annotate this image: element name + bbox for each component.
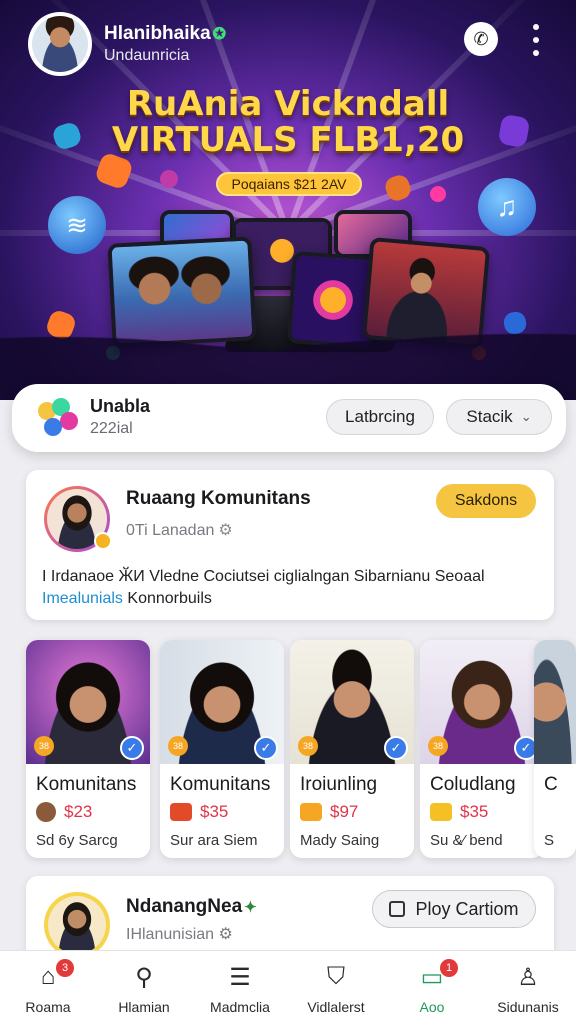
verified-check-icon: ✓ <box>254 736 278 760</box>
community-avatar[interactable] <box>44 486 112 552</box>
profile-name: C <box>544 774 558 795</box>
nav-label: Roama <box>25 999 71 1015</box>
profile-price: $23 <box>64 802 93 821</box>
level-badge: 38 <box>34 736 54 756</box>
description-link[interactable]: Imealunials <box>42 590 123 607</box>
level-badge: 38 <box>298 736 318 756</box>
nav-item-messages[interactable]: ▭ 1 Aoo <box>384 951 480 1024</box>
community-description: I Irdanaoe ӁИ Vledne Cociutsei ciglialng… <box>42 566 542 610</box>
nav-label: Vidlalerst <box>307 999 365 1015</box>
level-badge: 38 <box>168 736 188 756</box>
notification-badge: 1 <box>440 959 458 977</box>
sound-wave-icon: ≋ <box>48 196 106 254</box>
user-name: Hlanibhaika <box>104 23 211 44</box>
profile-name: Coludlang <box>430 774 516 795</box>
floating-icon <box>430 186 446 202</box>
category-logo-icon <box>38 398 80 440</box>
profile-card[interactable]: 38 ✓ Komunitans $35 Sur ara Siem <box>160 640 284 858</box>
search-icon: ⚲ <box>135 963 153 991</box>
user-avatar[interactable] <box>28 12 92 76</box>
profile-photo <box>534 640 576 764</box>
nav-item-shield[interactable]: ⛉ Vidlalerst <box>288 951 384 1024</box>
banner-title-line2: VIRTUALS FLB1,20 <box>111 120 465 160</box>
profile-footer: S <box>544 832 555 849</box>
profile-card[interactable]: 38 ✓ Coludlang $35 Su &⁄ bend <box>420 640 544 858</box>
shield-icon: ⛉ <box>327 963 345 990</box>
community-subtitle: 0Ti Lanadan <box>126 522 215 539</box>
settings-gear-icon: ⚙ <box>218 522 233 539</box>
category-bar: Unabla 222ial Latbrcing Stacik ⌄ <box>12 384 566 452</box>
chevron-down-icon: ⌄ <box>520 409 532 424</box>
bottom-navigation: ⌂ 3 Roama ⚲ Hlamian ☰ Madmclia ⛉ Vidlale… <box>0 950 576 1024</box>
play-button[interactable]: Ploy Cartiom <box>372 890 536 928</box>
profile-price: $97 <box>330 802 359 821</box>
nav-label: Sidunanis <box>497 999 559 1015</box>
user-subtitle: Undaunricia <box>104 47 190 64</box>
chat-bubble-icon[interactable]: ✆ <box>464 22 498 56</box>
nav-label: Aoo <box>419 999 445 1015</box>
nav-item-profile[interactable]: ♙ Sidunanis <box>480 951 576 1024</box>
play-button-label: Ploy Cartiom <box>415 898 519 919</box>
ticket-icon <box>170 803 192 821</box>
profile-name: Komunitans <box>170 774 271 795</box>
profile-name: Iroiunling <box>300 774 378 795</box>
banner-price-pill[interactable]: Poqaians $21 2AV <box>216 172 362 196</box>
settings-gear-icon: ⚙ <box>218 926 233 943</box>
community-title: Ruaang Komunitans <box>126 488 311 509</box>
profile-icon: ♙ <box>517 963 539 991</box>
host-name: NdanangNea <box>126 896 243 917</box>
nav-item-media[interactable]: ☰ Madmclia <box>192 951 288 1024</box>
verified-check-icon: ✓ <box>384 736 408 760</box>
profile-footer: Sd 6y Sarcg <box>36 832 118 849</box>
profile-card[interactable]: C S <box>534 640 576 858</box>
verified-check-icon: ✓ <box>120 736 144 760</box>
community-card[interactable]: Ruaang Komunitans 0Ti Lanadan ⚙ Sakdons I… <box>26 470 554 620</box>
sort-dropdown-label: Stacik <box>466 407 513 426</box>
host-avatar[interactable] <box>44 892 110 958</box>
profile-price: $35 <box>200 802 229 821</box>
more-vertical-icon[interactable] <box>524 24 548 56</box>
coin-icon <box>430 803 452 821</box>
notification-badge: 3 <box>56 959 74 977</box>
profile-price: $35 <box>460 802 489 821</box>
leaf-icon: ✦ <box>244 899 257 916</box>
music-note-icon: ♫ <box>478 178 536 236</box>
grid-icon <box>300 803 322 821</box>
nav-item-home[interactable]: ⌂ 3 Roama <box>0 951 96 1024</box>
profile-footer: Madу Saing <box>300 832 380 849</box>
category-subtitle: 222ial <box>90 420 133 437</box>
nav-label: Madmclia <box>210 999 270 1015</box>
nav-item-search[interactable]: ⚲ Hlamian <box>96 951 192 1024</box>
level-badge: 38 <box>428 736 448 756</box>
seller-avatar-icon <box>36 802 56 822</box>
profile-card[interactable]: 38 ✓ Komunitans $23 Sd 6y Sarcg <box>26 640 150 858</box>
profile-card[interactable]: 38 ✓ Iroiunling $97 Madу Saing <box>290 640 414 858</box>
filter-button[interactable]: Latbrcing <box>326 399 434 435</box>
star-icon: ✪ <box>212 26 227 43</box>
description-line: I Irdanaoe ӁИ Vledne Cociutsei ciglialng… <box>42 568 485 585</box>
sort-dropdown[interactable]: Stacik ⌄ <box>446 399 552 435</box>
nav-label: Hlamian <box>118 999 170 1015</box>
hero-banner[interactable]: ≋ ♫ Hlanibhaika ✪ Undaunricia ✆ RuAnia Vi… <box>0 0 576 400</box>
play-square-icon <box>389 901 406 917</box>
join-button[interactable]: Sakdons <box>436 484 536 518</box>
document-icon: ☰ <box>229 963 251 991</box>
host-subtitle: IHlanunisian <box>126 926 215 943</box>
banner-title-line1: RuAnia Vickndall <box>126 84 450 124</box>
profile-footer: Sur ara Siem <box>170 832 258 849</box>
badge-icon <box>94 532 112 550</box>
profile-name: Komunitans <box>36 774 137 795</box>
description-text: Konnorbuils <box>127 590 212 607</box>
category-name: Unabla <box>90 396 151 416</box>
profile-footer: Su &⁄ bend <box>430 832 503 849</box>
